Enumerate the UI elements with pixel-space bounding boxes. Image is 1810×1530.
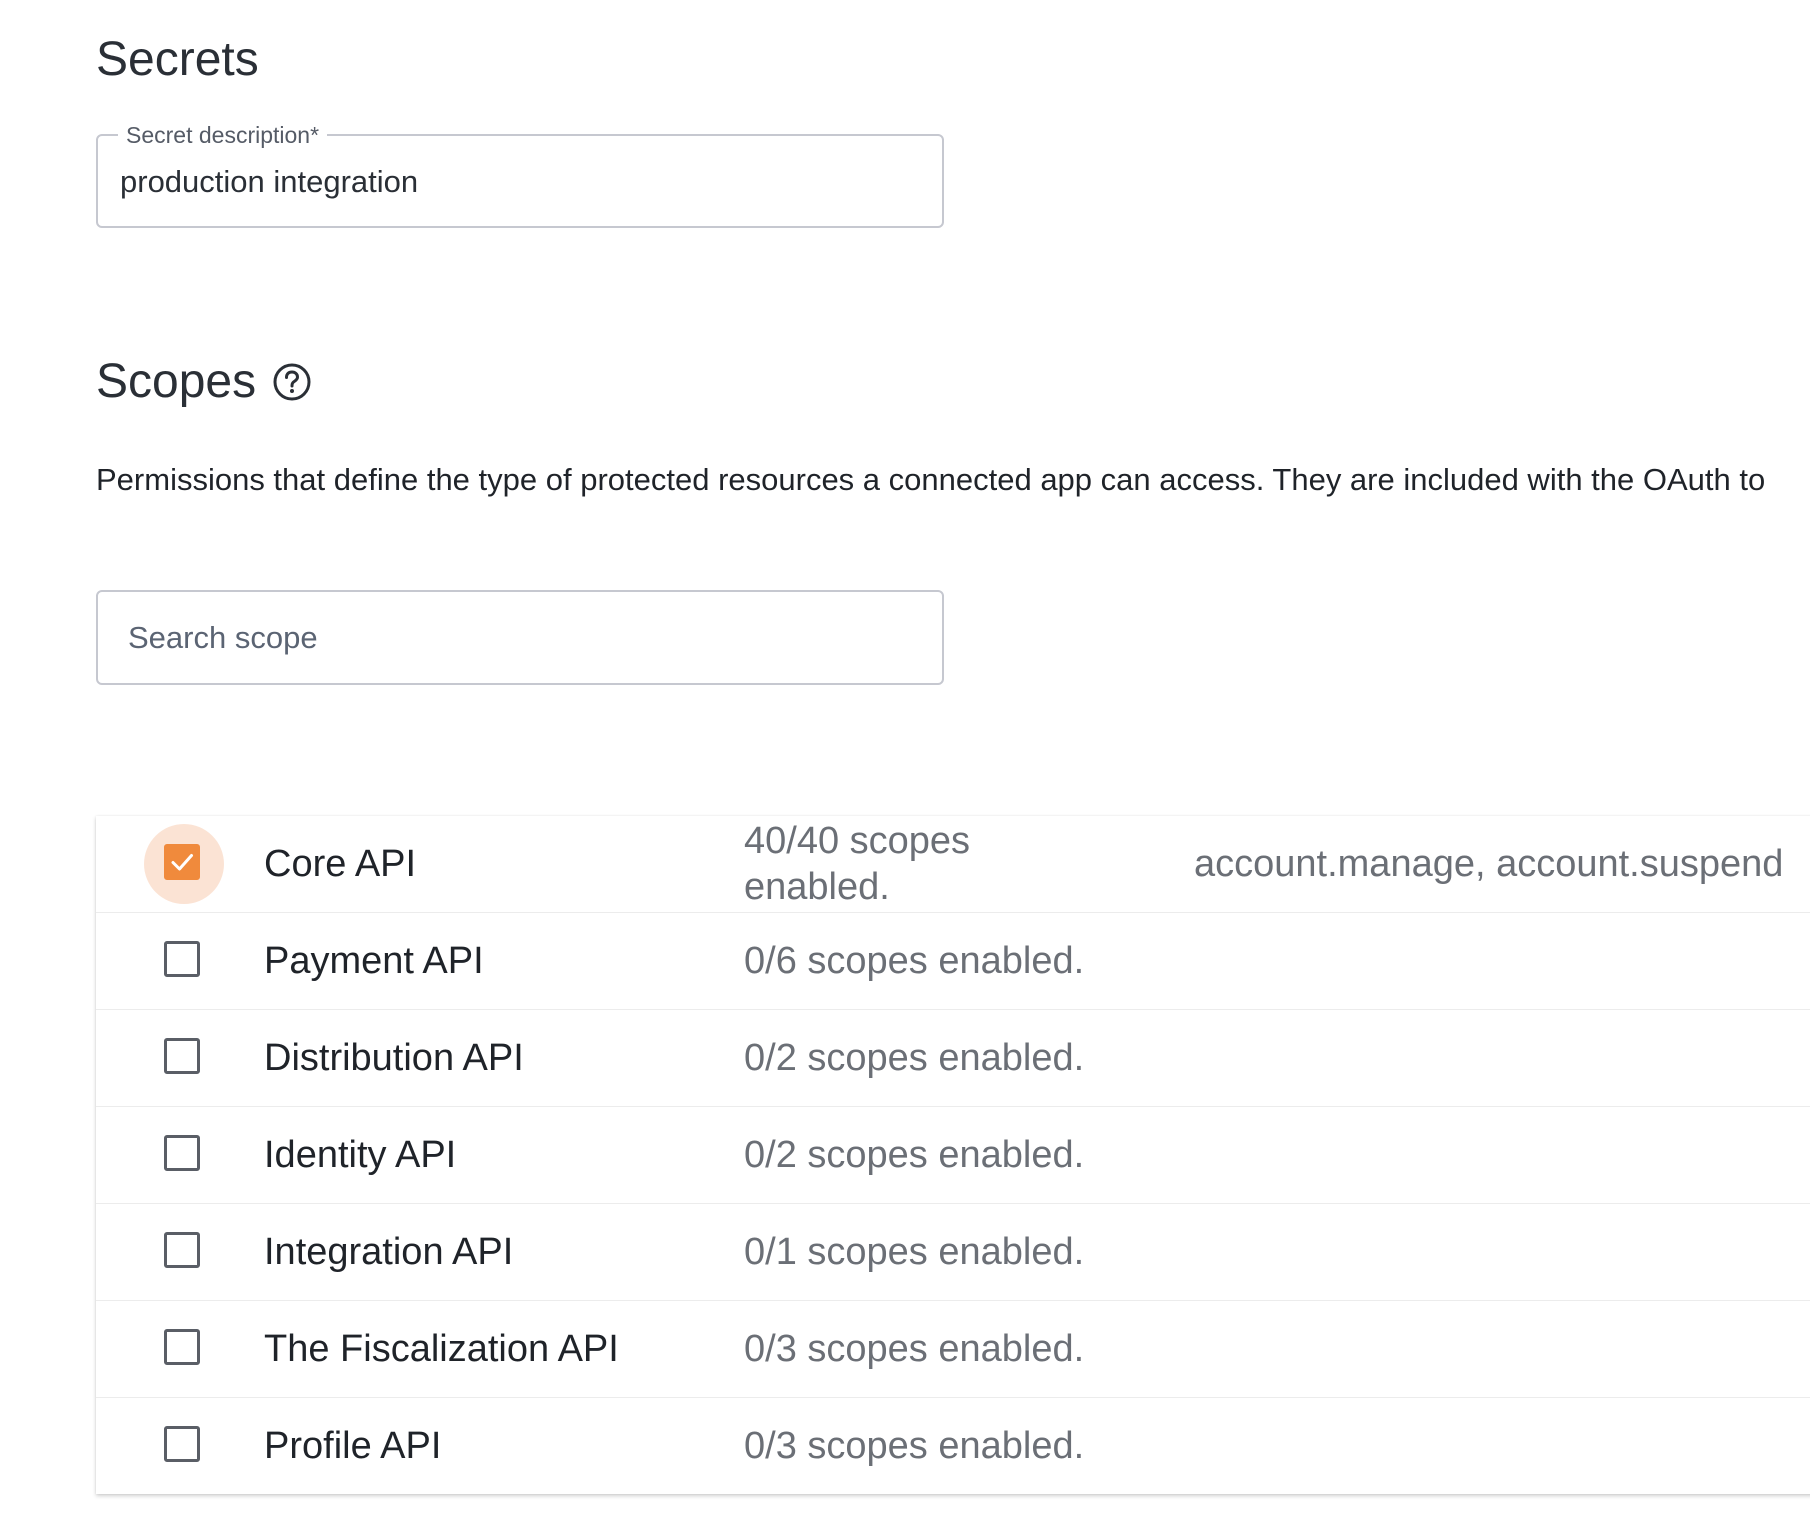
scope-api-name: Core API [264, 843, 417, 885]
scope-api-name: The Fiscalization API [264, 1328, 619, 1370]
scope-checkbox[interactable] [164, 941, 200, 977]
checkbox-ripple [144, 1309, 224, 1389]
secret-description-input[interactable] [120, 162, 900, 202]
scope-checkbox[interactable] [164, 1426, 200, 1462]
scopes-description: Permissions that define the type of prot… [96, 462, 1766, 497]
scope-checkbox[interactable] [164, 1232, 200, 1268]
scope-count: 0/2 scopes enabled. [744, 1134, 1085, 1176]
scope-checkbox[interactable] [164, 844, 200, 880]
secret-description-label: Secret description* [118, 120, 328, 150]
scope-row[interactable]: Payment API 0/6 scopes enabled. [96, 913, 1810, 1010]
scope-row[interactable]: Profile API 0/3 scopes enabled. [96, 1398, 1810, 1494]
checkbox-ripple [144, 1212, 224, 1292]
scopes-heading: Scopes [96, 355, 257, 408]
scope-api-name: Profile API [264, 1425, 442, 1467]
scope-count: 0/1 scopes enabled. [744, 1231, 1085, 1273]
secret-description-field[interactable]: Secret description* [96, 120, 944, 228]
scope-count: 0/6 scopes enabled. [744, 940, 1085, 982]
scope-row[interactable]: The Fiscalization API 0/3 scopes enabled. [96, 1301, 1810, 1398]
page: Secrets Secret description* Scopes Permi… [0, 0, 1810, 1530]
scope-checkbox[interactable] [164, 1135, 200, 1171]
checkbox-ripple [144, 1115, 224, 1195]
search-scope-field[interactable] [96, 590, 944, 685]
scope-row[interactable]: Identity API 0/2 scopes enabled. [96, 1107, 1810, 1204]
scope-count: 0/2 scopes enabled. [744, 1037, 1085, 1079]
scope-row[interactable]: Distribution API 0/2 scopes enabled. [96, 1010, 1810, 1107]
scope-checkbox[interactable] [164, 1038, 200, 1074]
checkbox-ripple [144, 824, 224, 904]
checkbox-ripple [144, 921, 224, 1001]
scope-row[interactable]: Integration API 0/1 scopes enabled. [96, 1204, 1810, 1301]
search-scope-input[interactable] [128, 618, 908, 658]
scope-count: 40/40 scopes enabled. [744, 820, 971, 908]
scope-api-name: Identity API [264, 1134, 457, 1176]
checkbox-ripple [144, 1406, 224, 1486]
scope-api-name: Distribution API [264, 1037, 524, 1079]
scope-count: 0/3 scopes enabled. [744, 1425, 1085, 1467]
scope-row[interactable]: Core API 40/40 scopes enabled. account.man… [96, 816, 1810, 913]
scope-api-name: Payment API [264, 940, 484, 982]
checkbox-ripple [144, 1018, 224, 1098]
scope-checkbox[interactable] [164, 1329, 200, 1365]
question-circle-icon[interactable] [272, 362, 312, 402]
scope-count: 0/3 scopes enabled. [744, 1328, 1085, 1370]
checkmark-icon [171, 854, 193, 871]
scope-api-name: Integration API [264, 1231, 514, 1273]
secrets-heading: Secrets [96, 33, 259, 86]
scopes-table: Core API 40/40 scopes enabled. account.man… [96, 816, 1810, 1494]
scope-list: account.manage, account.suspend [1194, 843, 1784, 885]
